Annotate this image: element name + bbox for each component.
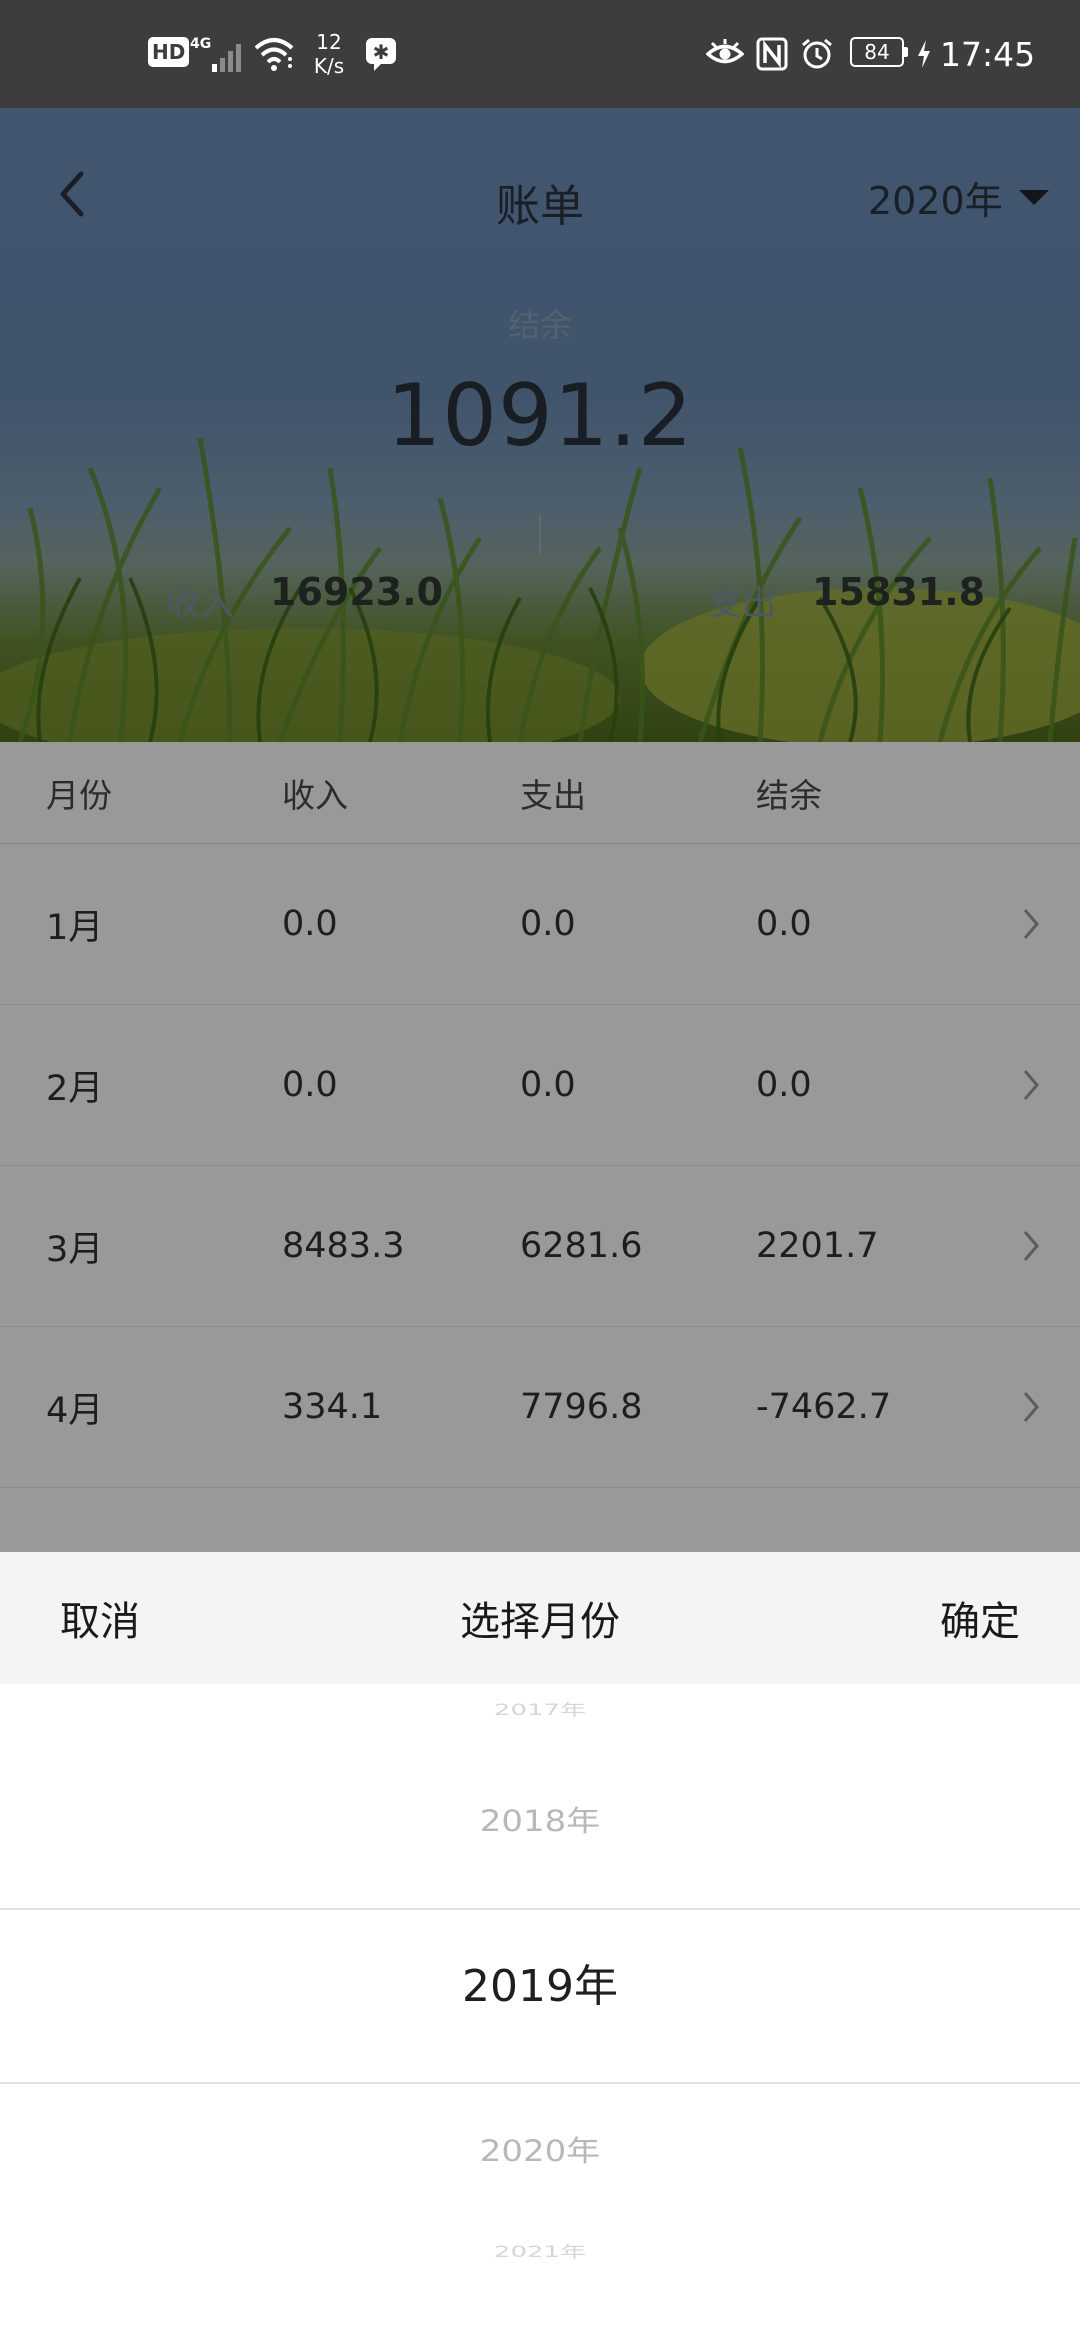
status-bar: HD 4G 12 K/s ✱ 84 17:45	[0, 0, 1080, 108]
svg-text:✱: ✱	[373, 40, 390, 64]
battery-level: 84	[864, 40, 890, 64]
picker-title: 选择月份	[460, 1599, 620, 1645]
network-speed: 12 K/s	[306, 0, 352, 108]
selection-line-bottom	[0, 2082, 1080, 2084]
network-speed-unit: K/s	[313, 54, 345, 78]
selection-line-top	[0, 1908, 1080, 1910]
wheel-option[interactable]: 2021年	[0, 2239, 1080, 2261]
notification-app-icon: ✱	[364, 0, 398, 108]
eye-comfort-icon	[706, 0, 744, 108]
wheel-option[interactable]: 2017年	[0, 1697, 1080, 1719]
year-wheel[interactable]: 2017年 2018年 2019年 2020年 2021年	[0, 1684, 1080, 2340]
battery-icon: 84	[850, 37, 908, 67]
cancel-button[interactable]: 取消	[60, 1552, 140, 1684]
wheel-option[interactable]: 2020年	[0, 2128, 1080, 2170]
hd-badge: HD	[148, 37, 190, 67]
network-type: 4G	[190, 36, 211, 52]
wheel-option-selected[interactable]: 2019年	[0, 1950, 1080, 2014]
network-speed-value: 12	[316, 30, 342, 54]
dim-overlay[interactable]	[0, 108, 1080, 1552]
charging-icon	[916, 0, 932, 108]
signal-icon: 4G	[190, 0, 246, 108]
confirm-button[interactable]: 确定	[940, 1552, 1020, 1684]
wheel-option[interactable]: 2018年	[0, 1798, 1080, 1840]
clock: 17:45	[940, 34, 1036, 74]
wifi-icon	[252, 0, 296, 108]
picker-toolbar: 取消 选择月份 确定	[0, 1552, 1080, 1684]
nfc-icon	[756, 0, 788, 108]
month-picker-sheet: 取消 选择月份 确定 2017年 2018年 2019年 2020年 2021年	[0, 1552, 1080, 2340]
alarm-icon	[800, 0, 834, 108]
